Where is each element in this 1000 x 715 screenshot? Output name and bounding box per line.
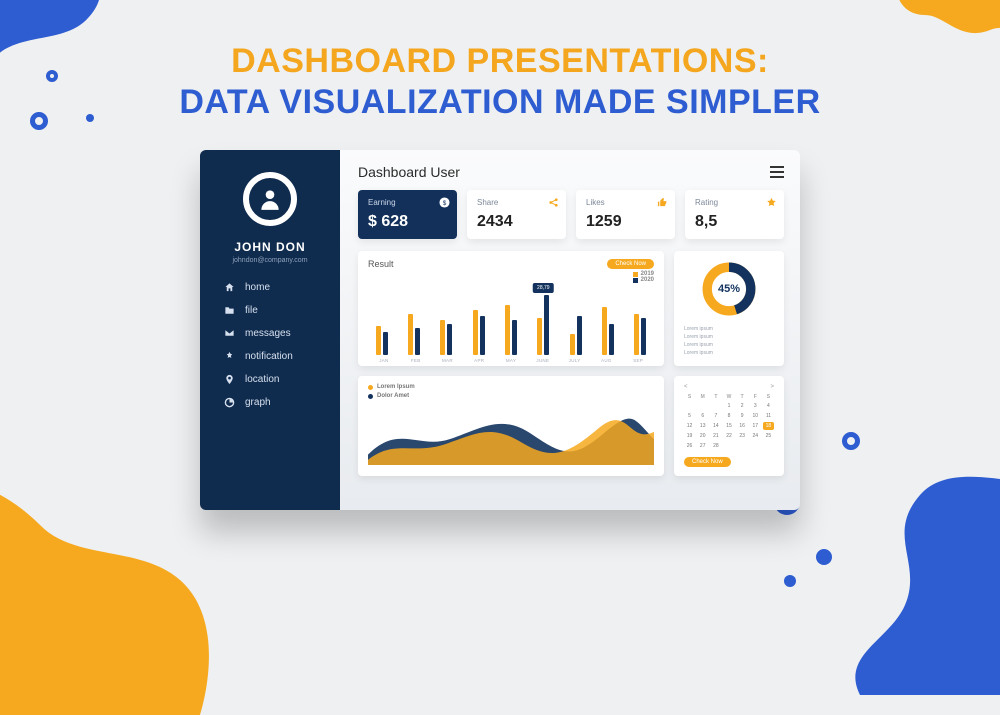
result-legend: 2019 2020 [607, 271, 654, 283]
caption-line: Lorem ipsum [684, 341, 774, 349]
decor-dot [784, 575, 796, 587]
wave-legend-b: Dolor Amet [377, 393, 409, 399]
menu-icon[interactable] [770, 166, 784, 178]
notification-icon [224, 351, 235, 362]
page-headline: DASHBOARD PRESENTATIONS: DATA VISUALIZAT… [0, 0, 1000, 122]
headline-line1: DASHBOARD PRESENTATIONS: [0, 42, 1000, 81]
headline-line2: DATA VISUALIZATION MADE SIMPLER [0, 83, 1000, 122]
stat-share[interactable]: Share 2434 [467, 190, 566, 239]
dashboard-window: JOHN DON johndon@company.com home file m… [200, 150, 800, 510]
donut-chart: 45% [701, 261, 757, 317]
stat-rating[interactable]: Rating 8,5 [685, 190, 784, 239]
nav-graph[interactable]: graph [224, 397, 271, 408]
stat-label: Likes [586, 198, 665, 207]
result-title: Result [368, 259, 394, 269]
stat-likes[interactable]: Likes 1259 [576, 190, 675, 239]
location-icon [224, 374, 235, 385]
nav-home[interactable]: home [224, 282, 270, 293]
bar-chart-xlabels: JANFEBMARAPRMAYJUNEJULYAUGSEP [368, 358, 654, 363]
legend-2020: 2020 [641, 277, 654, 283]
caption-line: Lorem ipsum [684, 333, 774, 341]
area-chart [368, 403, 654, 465]
file-icon [224, 305, 235, 316]
donut-percent: 45% [701, 261, 757, 317]
thumbs-up-icon [657, 197, 668, 208]
main-title: Dashboard User [358, 164, 460, 180]
caption-line: Lorem ipsum [684, 325, 774, 333]
nav-messages[interactable]: messages [224, 328, 291, 339]
nav-label: graph [245, 397, 271, 408]
wave-chart-card: Lorem Ipsum Dolor Amet [358, 376, 664, 476]
star-icon [766, 197, 777, 208]
cal-next[interactable]: > [770, 384, 774, 390]
avatar[interactable] [243, 172, 297, 226]
stat-label: Earning [368, 198, 447, 207]
stat-value: 2434 [477, 213, 556, 231]
calendar-check-now-button[interactable]: Check Now [684, 457, 731, 467]
home-icon [224, 282, 235, 293]
donut-card: 45% Lorem ipsum Lorem ipsum Lorem ipsum … [674, 251, 784, 366]
user-email: johndon@company.com [210, 257, 330, 264]
bar-chart: 28,79 [368, 293, 654, 355]
stat-label: Share [477, 198, 556, 207]
stat-value: $ 628 [368, 213, 447, 231]
nav-file[interactable]: file [224, 305, 258, 316]
nav-label: home [245, 282, 270, 293]
nav-label: messages [245, 328, 291, 339]
wave-legend: Lorem Ipsum Dolor Amet [368, 384, 654, 399]
main-panel: Dashboard User Earning $ 628 $ Share 243… [340, 150, 800, 510]
sidebar: JOHN DON johndon@company.com home file m… [200, 150, 340, 510]
nav-label: file [245, 305, 258, 316]
share-icon [548, 197, 559, 208]
calendar-card: < > SMTWTFS12345678910111213141516171819… [674, 376, 784, 476]
svg-text:$: $ [443, 200, 447, 207]
cal-prev[interactable]: < [684, 384, 688, 390]
nav-notification[interactable]: notification [224, 351, 293, 362]
caption-line: Lorem ipsum [684, 349, 774, 357]
stat-value: 8,5 [695, 213, 774, 231]
stat-label: Rating [695, 198, 774, 207]
donut-captions: Lorem ipsum Lorem ipsum Lorem ipsum Lore… [684, 325, 774, 357]
nav-list: home file messages notification location… [210, 282, 330, 408]
messages-icon [224, 328, 235, 339]
graph-icon [224, 397, 235, 408]
calendar-grid[interactable]: SMTWTFS123456789101112131415161718192021… [684, 394, 774, 450]
stat-value: 1259 [586, 213, 665, 231]
decor-dot [842, 432, 860, 450]
nav-label: notification [245, 351, 293, 362]
nav-location[interactable]: location [224, 374, 279, 385]
dollar-icon: $ [439, 197, 450, 208]
user-name: JOHN DON [210, 240, 330, 254]
wave-legend-a: Lorem Ipsum [377, 384, 415, 390]
stat-earning[interactable]: Earning $ 628 $ [358, 190, 457, 239]
result-chart-card: Result Check Now 2019 2020 28,79 JANFEBM… [358, 251, 664, 366]
nav-label: location [245, 374, 279, 385]
check-now-button[interactable]: Check Now [607, 259, 654, 269]
decor-dot [816, 549, 832, 565]
user-icon [257, 186, 283, 212]
decor-blob-br [800, 435, 1000, 695]
stats-row: Earning $ 628 $ Share 2434 Likes 1259 Ra… [358, 190, 784, 239]
